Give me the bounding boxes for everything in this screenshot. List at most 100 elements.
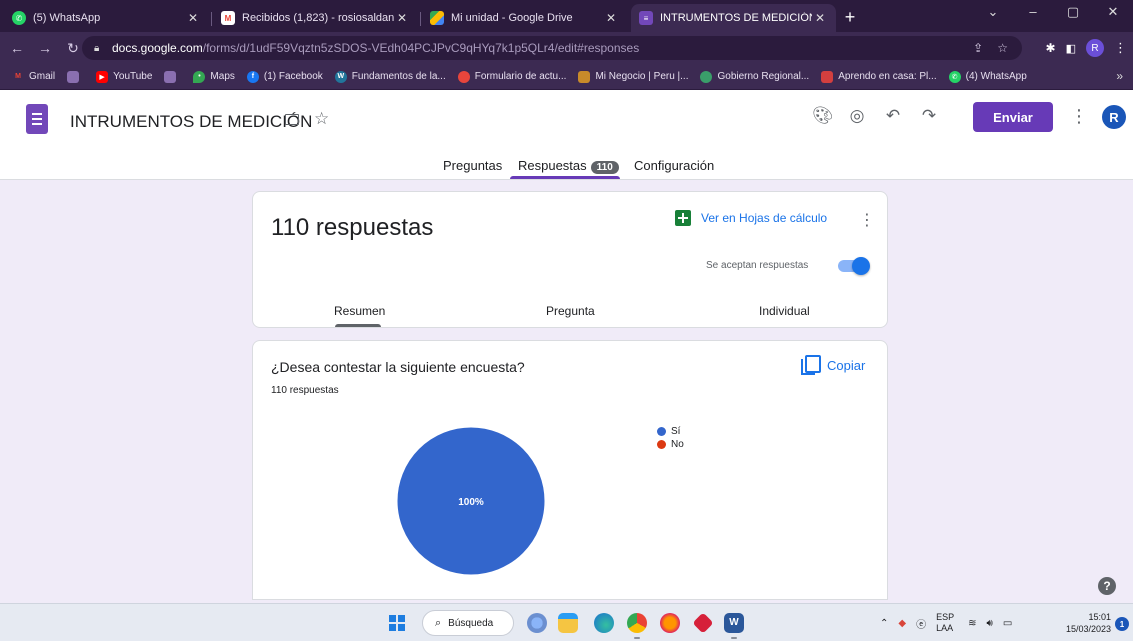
bookmark-fundamentos[interactable]: W Fundamentos de la... [334, 70, 446, 83]
active-tab-indicator [510, 176, 620, 179]
eye-preview-icon[interactable]: ◎ [848, 106, 866, 126]
profile-avatar[interactable]: R [1086, 39, 1104, 57]
battery-icon[interactable]: ▭ [1003, 618, 1012, 629]
view-in-sheets-link[interactable]: Ver en Hojas de cálculo [675, 210, 827, 226]
bookmark-folder[interactable] [67, 70, 84, 83]
language-indicator[interactable]: ESP LAA [936, 612, 954, 634]
search-icon: ⌕ [435, 616, 442, 629]
share-icon[interactable]: ⇪ [973, 41, 983, 55]
bookmark-facebook[interactable]: f (1) Facebook [246, 70, 323, 83]
file-explorer-icon[interactable] [558, 613, 578, 633]
undo-icon[interactable]: ↶ [884, 106, 902, 126]
browser-tab-gmail[interactable]: M Recibidos (1,823) - rosiosaldanam ✕ [213, 4, 421, 32]
tab-title: Mi unidad - Google Drive [451, 12, 573, 24]
legend-label: Sí [671, 426, 681, 437]
close-window-icon[interactable]: ✕ [1093, 0, 1133, 24]
chevron-up-icon[interactable]: ⌃ [880, 618, 888, 629]
security-shield-icon[interactable]: ◆ [898, 618, 906, 629]
windows-start-icon[interactable] [389, 615, 405, 631]
address-bar[interactable]: 🔒︎ docs.google.com /forms/d/1udF59Vqztn5… [82, 36, 1022, 60]
google-sheets-icon [675, 210, 691, 226]
minimize-icon[interactable]: – [1013, 0, 1053, 24]
responses-count-badge: 110 [590, 161, 619, 174]
browser-menu-icon[interactable]: ⋮ [1114, 40, 1127, 56]
tab-settings[interactable]: Configuración [634, 158, 714, 173]
app-red-diamond-icon[interactable] [692, 612, 714, 634]
bookmark-folder[interactable] [164, 70, 181, 83]
help-icon[interactable]: ? [1098, 577, 1116, 595]
tab-question[interactable]: Pregunta [546, 304, 595, 318]
browser-tab-strip: ✆ (5) WhatsApp ✕ M Recibidos (1,823) - r… [0, 0, 1133, 32]
bookmark-whatsapp[interactable]: ✆ (4) WhatsApp [948, 70, 1027, 83]
form-title[interactable]: INTRUMENTOS DE MEDICIÓN [70, 112, 312, 132]
site-icon [578, 70, 591, 83]
gmail-icon: M [15, 73, 21, 80]
form-tabs: Preguntas Respuestas 110 Configuración [0, 154, 1133, 180]
legend-swatch [657, 440, 666, 449]
folder-icon [67, 70, 80, 83]
accepting-responses-toggle[interactable] [838, 257, 870, 275]
tab-summary[interactable]: Resumen [334, 304, 385, 318]
redo-icon[interactable]: ↷ [920, 106, 938, 126]
send-button[interactable]: Enviar [973, 102, 1053, 132]
window-controls: ⌄ – ▢ ✕ [973, 0, 1133, 24]
wifi-icon[interactable]: ≋ [968, 618, 976, 629]
notification-badge[interactable]: 1 [1115, 617, 1129, 631]
edge-browser-icon[interactable] [594, 613, 614, 633]
chevron-down-icon[interactable]: ⌄ [973, 0, 1013, 24]
star-icon[interactable]: ☆ [314, 109, 329, 129]
bookmark-gobierno[interactable]: Gobierno Regional... [700, 70, 809, 83]
tab-questions[interactable]: Preguntas [443, 158, 502, 173]
url-path: /forms/d/1udF59Vqztn5zSDOS-VEdh04PCJPvC9… [202, 41, 640, 55]
close-icon[interactable]: ✕ [185, 11, 201, 25]
bookmark-mi-negocio[interactable]: Mi Negocio | Peru |... [578, 70, 688, 83]
date: 15/03/2023 [1066, 624, 1112, 634]
more-vert-icon[interactable]: ⋮ [1070, 106, 1088, 127]
taskbar-clock[interactable]: 15:01 15/03/2023 [1066, 611, 1111, 635]
more-vert-icon[interactable]: ⋮ [859, 210, 875, 230]
close-icon[interactable]: ✕ [812, 11, 828, 25]
browser-tab-forms[interactable]: ≡ INTRUMENTOS DE MEDICIÓN - Go ✕ [631, 4, 836, 32]
google-forms-logo-icon[interactable] [26, 104, 48, 134]
word-icon[interactable]: W [724, 613, 744, 639]
account-avatar[interactable]: R [1102, 105, 1126, 129]
tab-individual[interactable]: Individual [759, 304, 810, 318]
taskbar-search[interactable]: ⌕ Búsqueda [422, 610, 514, 636]
new-tab-button[interactable]: + [836, 4, 864, 32]
side-panel-icon[interactable]: ◧ [1066, 42, 1076, 55]
volume-icon[interactable]: 🔊︎ [987, 618, 993, 629]
summary-tab-indicator [335, 324, 381, 327]
bookmark-formulario[interactable]: Formulario de actu... [457, 70, 566, 83]
chrome-browser-icon[interactable] [627, 613, 647, 639]
extensions-icon[interactable]: ✱ [1046, 41, 1056, 55]
bookmark-gmail[interactable]: M Gmail [12, 71, 55, 83]
lock-icon: 🔒︎ [94, 42, 100, 54]
bookmark-aprendo[interactable]: Aprendo en casa: Pl... [821, 70, 937, 83]
gmail-icon: M [221, 11, 235, 25]
bookmarks-more-icon[interactable]: » [1116, 69, 1123, 83]
taskbar-app-icon[interactable] [527, 613, 547, 633]
bookmark-maps[interactable]: • Maps [193, 70, 235, 83]
back-icon[interactable]: ← [6, 40, 28, 56]
close-icon[interactable]: ✕ [394, 11, 410, 25]
palette-icon[interactable]: 🎨︎ [812, 106, 834, 126]
wordpress-icon: W [334, 70, 347, 83]
legend-label: No [671, 439, 684, 450]
reload-icon[interactable]: ↻ [62, 40, 84, 57]
browser-tab-whatsapp[interactable]: ✆ (5) WhatsApp ✕ [4, 4, 212, 32]
bookmark-youtube[interactable]: ▶ YouTube [96, 70, 152, 83]
legend-item-no: No [657, 438, 684, 451]
app-tray-icon[interactable]: ⓔ [916, 616, 926, 631]
windows-taskbar: ⌕ Búsqueda W ⌃ ◆ ⓔ ESP LAA ≋ 🔊︎ ▭ 15:01 … [0, 603, 1133, 641]
legend-item-si: Sí [657, 425, 684, 438]
tab-responses[interactable]: Respuestas 110 [518, 158, 619, 174]
browser-tab-drive[interactable]: Mi unidad - Google Drive ✕ [422, 4, 627, 32]
firefox-icon[interactable] [660, 613, 680, 633]
accepting-responses-label: Se aceptan respuestas [706, 260, 809, 271]
folder-icon[interactable] [285, 114, 299, 125]
close-icon[interactable]: ✕ [603, 11, 619, 25]
forward-icon[interactable]: → [34, 40, 56, 56]
bookmark-star-icon[interactable]: ☆ [997, 41, 1008, 55]
responses-count-title: 110 respuestas [271, 214, 434, 241]
maximize-icon[interactable]: ▢ [1053, 0, 1093, 24]
